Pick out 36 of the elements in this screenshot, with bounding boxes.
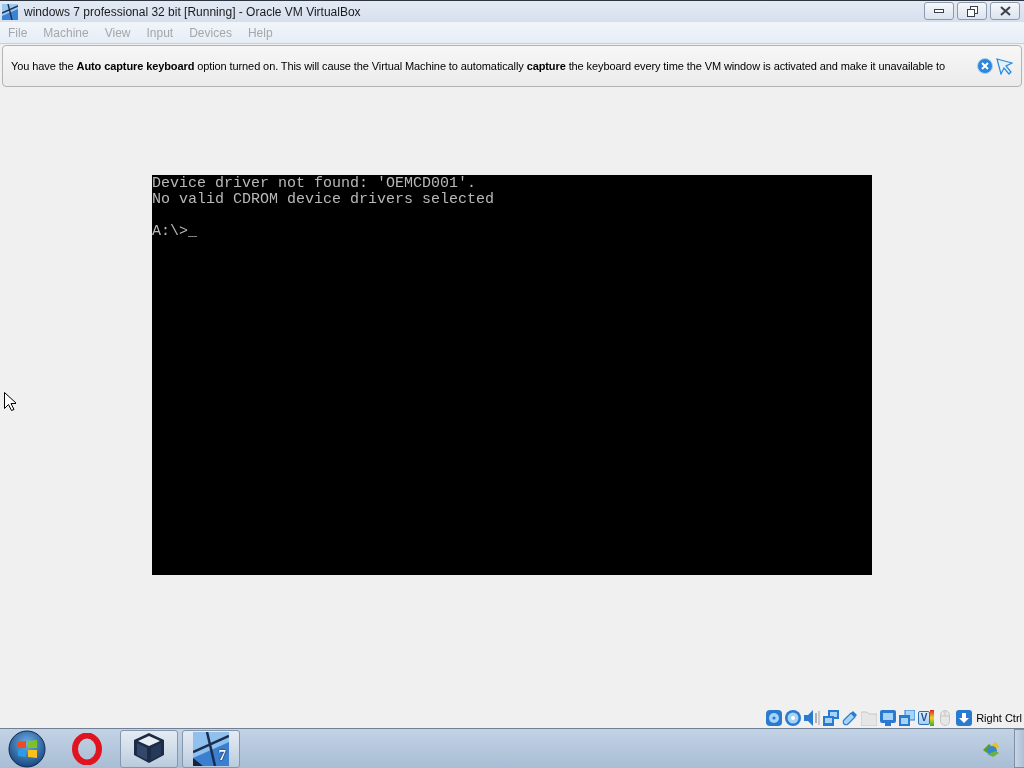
level-bar-icon	[930, 710, 935, 726]
minimize-icon	[934, 9, 944, 13]
host-key-label: Right Ctrl	[976, 712, 1022, 724]
close-button[interactable]	[990, 2, 1020, 20]
disc-icon[interactable]	[785, 710, 802, 726]
mouse-pointer-icon	[4, 392, 16, 411]
down-arrow-icon[interactable]	[956, 710, 973, 726]
close-icon[interactable]	[977, 58, 993, 74]
taskbar-button[interactable]: 7	[182, 729, 240, 768]
window-title: windows 7 professional 32 bit [Running] - Oracle VM VirtualBox	[24, 4, 362, 19]
start-button[interactable]	[6, 729, 48, 768]
start-orb-icon	[8, 729, 46, 768]
speaker-icon[interactable]	[804, 710, 821, 726]
notification-text: You have the Auto capture keyboard option turned on. This will cause the Virtual Machine to automatically capture the keyboard every time the VM window is activated and make it unavailable to	[11, 59, 946, 73]
show-desktop-button[interactable]	[1014, 729, 1024, 768]
taskbar-button[interactable]	[120, 729, 178, 768]
app-tile-icon	[2, 3, 18, 20]
ring-logo-icon	[72, 732, 102, 765]
command-prompt: A:\>_	[152, 224, 197, 240]
window-tile-icon	[193, 731, 229, 766]
cube-icon	[134, 732, 164, 765]
hard-disk-icon[interactable]	[766, 710, 783, 726]
overlapping-windows-icon[interactable]	[899, 710, 916, 726]
monitor-icon[interactable]	[880, 710, 897, 726]
network-tray-icon[interactable]	[982, 740, 1000, 757]
console-text: No valid CDROM device drivers selected	[152, 192, 495, 208]
pointer-icon[interactable]	[996, 57, 1013, 75]
restore-button[interactable]	[957, 2, 987, 20]
usb-stick-icon[interactable]	[842, 710, 859, 726]
v-badge[interactable]: V	[918, 711, 931, 725]
console-text: Device driver not found: 'OEMCD001'.	[152, 176, 477, 192]
minimize-button[interactable]	[924, 2, 954, 20]
restore-icon	[966, 5, 978, 17]
network-icon[interactable]	[823, 710, 840, 726]
close-icon	[999, 6, 1011, 16]
badge-text: 7	[218, 747, 226, 763]
